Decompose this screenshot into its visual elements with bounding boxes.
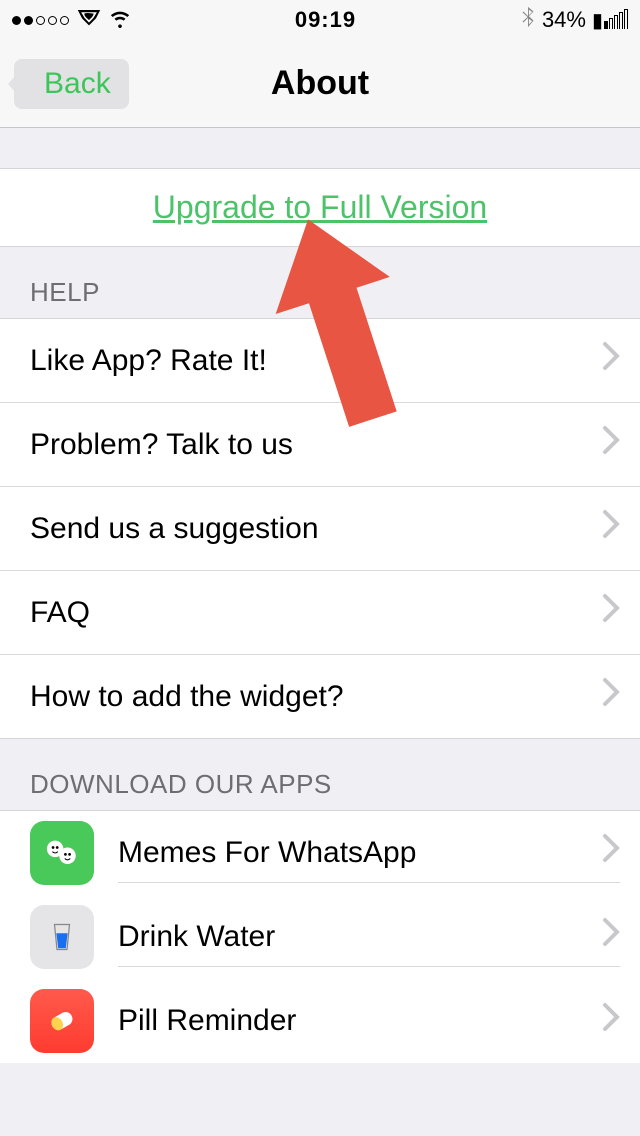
signal-dots-icon bbox=[12, 16, 69, 25]
chevron-right-icon bbox=[602, 1002, 620, 1041]
help-item-widget[interactable]: How to add the widget? bbox=[0, 655, 640, 738]
apps-list: Memes For WhatsApp Drink Water Pill Remi… bbox=[0, 810, 640, 1063]
battery-percent: 34% bbox=[542, 7, 586, 33]
chevron-right-icon bbox=[602, 341, 620, 380]
carrier-icon bbox=[75, 3, 103, 37]
page-title: About bbox=[271, 64, 369, 103]
cell-label: FAQ bbox=[30, 596, 592, 630]
nav-bar: Back About bbox=[0, 40, 640, 128]
water-icon bbox=[30, 905, 94, 969]
cell-label: How to add the widget? bbox=[30, 680, 592, 714]
help-item-rate[interactable]: Like App? Rate It! bbox=[0, 319, 640, 403]
status-left bbox=[12, 3, 131, 37]
app-item-water[interactable]: Drink Water bbox=[0, 895, 640, 979]
back-button[interactable]: Back bbox=[14, 59, 129, 109]
memes-icon bbox=[30, 821, 94, 885]
cell-label: Memes For WhatsApp bbox=[118, 836, 592, 870]
cell-label: Problem? Talk to us bbox=[30, 428, 592, 462]
help-list: Like App? Rate It! Problem? Talk to us S… bbox=[0, 318, 640, 739]
status-bar: 09:19 34% ▮ bbox=[0, 0, 640, 40]
app-item-pill[interactable]: Pill Reminder bbox=[0, 979, 640, 1063]
chevron-right-icon bbox=[602, 917, 620, 956]
status-right: 34% ▮ bbox=[520, 6, 628, 34]
help-item-suggestion[interactable]: Send us a suggestion bbox=[0, 487, 640, 571]
chevron-right-icon bbox=[602, 677, 620, 716]
upgrade-cell[interactable]: Upgrade to Full Version bbox=[0, 168, 640, 247]
cell-label: Drink Water bbox=[118, 920, 592, 954]
bluetooth-icon bbox=[520, 6, 536, 34]
battery-icon: ▮ bbox=[592, 8, 628, 33]
cell-label: Pill Reminder bbox=[118, 1004, 592, 1038]
upgrade-link[interactable]: Upgrade to Full Version bbox=[153, 189, 487, 225]
app-item-memes[interactable]: Memes For WhatsApp bbox=[0, 811, 640, 895]
cell-label: Send us a suggestion bbox=[30, 512, 592, 546]
section-header-apps: DOWNLOAD OUR APPS bbox=[0, 739, 640, 810]
chevron-right-icon bbox=[602, 833, 620, 872]
chevron-right-icon bbox=[602, 509, 620, 548]
wifi-icon bbox=[109, 6, 131, 34]
section-header-help: HELP bbox=[0, 247, 640, 318]
help-item-problem[interactable]: Problem? Talk to us bbox=[0, 403, 640, 487]
chevron-right-icon bbox=[602, 593, 620, 632]
chevron-right-icon bbox=[602, 425, 620, 464]
pill-icon bbox=[30, 989, 94, 1053]
cell-label: Like App? Rate It! bbox=[30, 344, 592, 378]
status-time: 09:19 bbox=[295, 7, 356, 33]
back-button-label: Back bbox=[44, 67, 111, 100]
help-item-faq[interactable]: FAQ bbox=[0, 571, 640, 655]
